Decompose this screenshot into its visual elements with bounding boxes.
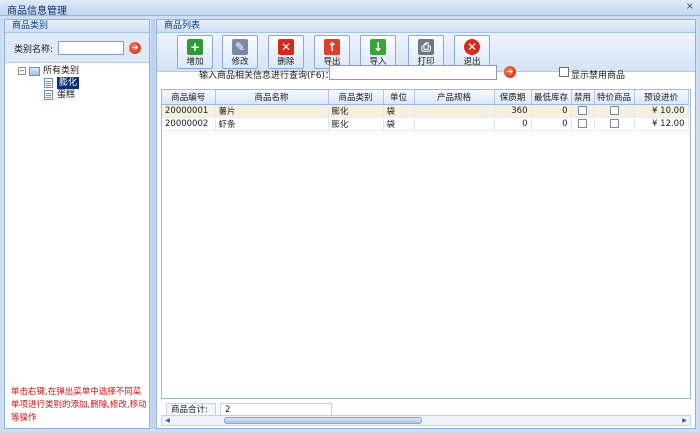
tree-node-cake[interactable]: 蛋糕 — [44, 89, 79, 101]
column-header[interactable]: 商品名称 — [215, 90, 329, 105]
import-icon: ↓ — [370, 39, 386, 55]
disabled-checkbox[interactable] — [578, 118, 587, 128]
document-icon — [44, 78, 53, 88]
min-stock-cell[interactable]: 0 — [531, 117, 572, 131]
special-price-cell[interactable] — [594, 104, 635, 118]
column-header[interactable]: 最低库存 — [531, 90, 572, 105]
column-header[interactable]: 商品类别 — [328, 90, 384, 105]
shelf-life-cell[interactable]: 0 — [494, 117, 532, 131]
table-row[interactable]: 20000002 虾条 膨化 袋 0 0 ¥ 12.00 — [162, 117, 689, 131]
product-spec-cell[interactable] — [414, 104, 495, 118]
category-panel-header: 商品类别 — [5, 20, 149, 33]
show-disabled-checkbox[interactable] — [559, 67, 569, 77]
product-panel: 商品列表 + 增加 ✎ 修改 ✕ 删除 ↑ 导出 ↓ 导入 ⎙ 打印 ✕ 退出 … — [156, 19, 696, 429]
print-icon: ⎙ — [418, 39, 434, 55]
special-price-checkbox[interactable] — [609, 105, 619, 115]
category-hint-text: 单击右键,在弹出菜单中选择不同菜单项进行类别的添加,删除,修改,移动等操作 — [11, 387, 147, 423]
scroll-left-icon[interactable]: ◀ — [162, 416, 173, 425]
product-code-cell[interactable]: 20000001 — [162, 104, 216, 118]
grid-header-row: 商品编号 商品名称 商品类别 单位 产品规格 保质期 最低库存 禁用 特价商品 … — [162, 90, 689, 105]
scrollbar-thumb[interactable] — [224, 417, 422, 424]
tree-node-label: 蛋糕 — [57, 90, 76, 100]
preset-price-cell[interactable]: ¥ 10.00 — [634, 104, 689, 118]
tree-node-label: 膨化 — [57, 77, 80, 89]
column-header[interactable]: 产品规格 — [414, 90, 495, 105]
disabled-cell[interactable] — [571, 104, 595, 118]
show-disabled-label: 显示禁用商品 — [571, 71, 626, 81]
add-icon: + — [187, 39, 203, 55]
tree-node-puffed[interactable]: 膨化 — [44, 77, 80, 89]
close-icon[interactable]: × — [686, 1, 694, 12]
document-icon — [44, 90, 53, 100]
edit-icon: ✎ — [232, 39, 248, 55]
product-name-cell[interactable]: 薯片 — [215, 104, 329, 118]
shelf-life-cell[interactable]: 360 — [494, 104, 532, 118]
horizontal-scrollbar[interactable]: ◀ ▶ — [161, 415, 691, 426]
window-title: 商品信息管理 — [7, 6, 67, 17]
product-search-icon[interactable]: ➜ — [504, 66, 516, 78]
column-header[interactable]: 商品编号 — [162, 90, 216, 105]
product-spec-cell[interactable] — [414, 117, 495, 131]
collapse-icon[interactable]: − — [18, 67, 26, 75]
special-price-checkbox[interactable] — [609, 118, 619, 128]
window-titlebar: 商品信息管理 × — [0, 0, 700, 17]
category-tree: − 所有类别 膨化 蛋糕 — [18, 65, 80, 101]
category-panel: 商品类别 类别名称: ➜ − 所有类别 膨化 蛋糕 单击右键,在弹出菜单中选择不… — [4, 19, 150, 429]
min-stock-cell[interactable]: 0 — [531, 104, 572, 118]
exit-icon: ✕ — [464, 39, 480, 55]
folder-icon — [29, 66, 40, 76]
product-unit-cell[interactable]: 袋 — [383, 104, 415, 118]
product-grid: 商品编号 商品名称 商品类别 单位 产品规格 保质期 最低库存 禁用 特价商品 … — [161, 89, 691, 399]
disabled-checkbox[interactable] — [578, 105, 587, 115]
category-name-label: 类别名称: — [14, 45, 54, 55]
category-name-input[interactable] — [58, 41, 124, 55]
product-search-row: 输入商品相关信息进行查询(F6)： ➜ 显示禁用商品 — [157, 60, 695, 86]
panel-splitter[interactable] — [151, 19, 155, 429]
column-header[interactable]: 预设进价 — [634, 90, 689, 105]
main-frame: 商品类别 类别名称: ➜ − 所有类别 膨化 蛋糕 单击右键,在弹出菜单中选择不… — [2, 17, 698, 431]
product-name-cell[interactable]: 虾条 — [215, 117, 329, 131]
special-price-cell[interactable] — [594, 117, 635, 131]
product-category-cell[interactable]: 膨化 — [328, 117, 384, 131]
product-search-input[interactable] — [329, 65, 497, 80]
table-row[interactable]: 20000001 薯片 膨化 袋 360 0 ¥ 10.00 — [162, 104, 689, 118]
scroll-right-icon[interactable]: ▶ — [679, 416, 690, 425]
disabled-cell[interactable] — [571, 117, 595, 131]
column-header[interactable]: 单位 — [383, 90, 415, 105]
column-header[interactable]: 保质期 — [494, 90, 532, 105]
column-header[interactable]: 特价商品 — [594, 90, 635, 105]
product-panel-header: 商品列表 — [157, 20, 695, 33]
product-search-label: 输入商品相关信息进行查询(F6)： — [199, 71, 334, 81]
tree-node-root[interactable]: − 所有类别 — [18, 65, 79, 77]
category-search-bar: 类别名称: ➜ — [5, 33, 149, 63]
category-search-icon[interactable]: ➜ — [129, 42, 141, 54]
product-code-cell[interactable]: 20000002 — [162, 117, 216, 131]
product-category-cell[interactable]: 膨化 — [328, 104, 384, 118]
product-unit-cell[interactable]: 袋 — [383, 117, 415, 131]
preset-price-cell[interactable]: ¥ 12.00 — [634, 117, 689, 131]
column-header[interactable]: 禁用 — [571, 90, 595, 105]
tree-node-label: 所有类别 — [43, 66, 80, 76]
delete-icon: ✕ — [278, 39, 294, 55]
export-icon: ↑ — [324, 39, 340, 55]
